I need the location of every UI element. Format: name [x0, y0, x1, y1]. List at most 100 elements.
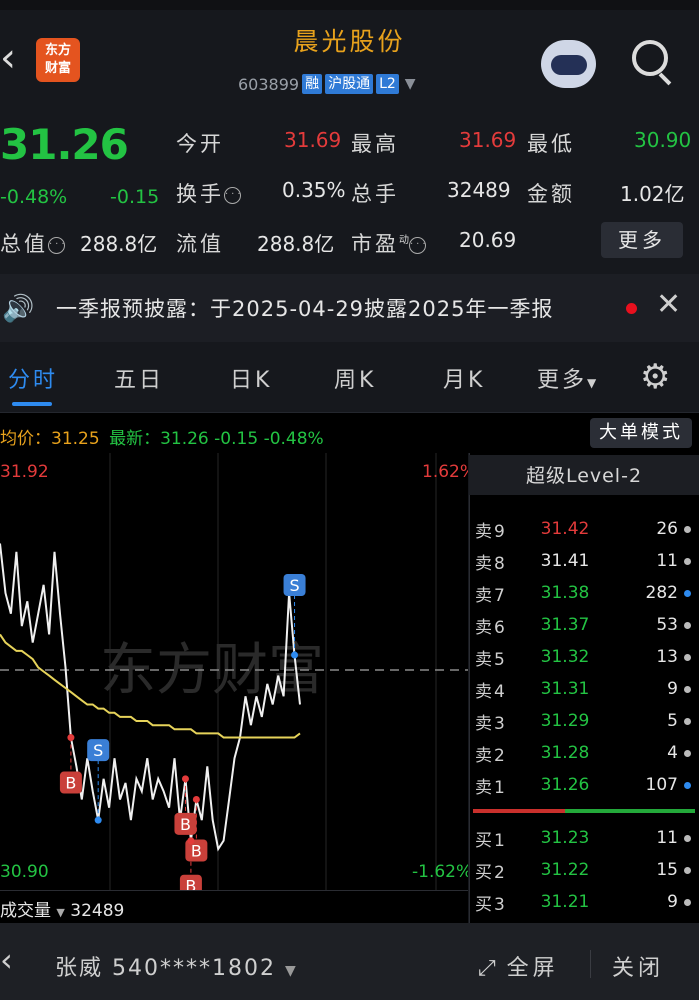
more-info-icon[interactable]: ··· [48, 236, 65, 254]
open-label: 今开 [176, 132, 224, 156]
amount-value: 1.02亿 [620, 182, 685, 206]
order-dot [684, 898, 691, 906]
buy-price: 31.22 [540, 860, 590, 880]
order-dot [684, 717, 691, 725]
status-bar [0, 0, 699, 10]
tab-five-day[interactable]: 五日 [114, 362, 164, 394]
sell-row[interactable]: 卖6 31.37 53 [475, 609, 695, 641]
sell-row[interactable]: 卖7 31.38 282 [475, 577, 695, 609]
sell-row[interactable]: 卖3 31.29 5 [475, 705, 695, 737]
sell-row[interactable]: 卖4 31.31 9 [475, 673, 695, 705]
sell-volume: 5 [667, 711, 678, 731]
sell-volume: 282 [645, 583, 678, 603]
sell-price: 31.28 [540, 743, 590, 763]
float-mv-value: 288.8亿 [257, 232, 335, 256]
order-dot [684, 834, 691, 842]
sell-price: 31.29 [540, 711, 590, 731]
marker-label: S [93, 741, 103, 760]
sell-volume: 13 [656, 647, 678, 667]
chevron-down-icon: ▼ [587, 376, 597, 390]
turnover-value: 0.35% [282, 178, 346, 202]
notice-text[interactable]: 一季报预披露：于2025-04-29披露2025年一季报 [56, 293, 553, 323]
tab-weekly-k[interactable]: 周K [334, 362, 376, 394]
more-info-icon[interactable]: ··· [409, 236, 426, 254]
sell-row[interactable]: 卖1 31.26 107 [475, 769, 695, 801]
change-percent: -0.48% [0, 186, 68, 208]
y-top-label: 31.92 [0, 462, 49, 482]
intraday-chart-svg: 东方财富 BSBBBS 31.92 1.62% 30.90 -1.62% [0, 453, 476, 897]
buy-row[interactable]: 买2 31.22 15 [475, 854, 695, 886]
sell-volume: 11 [656, 551, 678, 571]
price-info-text: 均价：31.25 最新：31.26 -0.15 -0.48% [0, 429, 324, 449]
sell-level-label: 卖4 [475, 681, 507, 702]
y-bottom-label: 30.90 [0, 862, 49, 882]
total-mv-label-text: 总值 [0, 232, 48, 256]
buy-level-label: 买3 [475, 894, 507, 915]
total-mv-value: 288.8亿 [80, 232, 158, 256]
sell-price: 31.41 [540, 551, 590, 571]
pct-top-label: 1.62% [422, 462, 468, 482]
back-arrow-icon[interactable]: ‹ [0, 944, 13, 976]
more-info-icon[interactable]: ··· [224, 186, 241, 204]
sell-volume: 26 [656, 519, 678, 539]
close-icon[interactable]: ✕ [656, 290, 681, 320]
marker-label: B [180, 815, 191, 834]
more-quote-button[interactable]: 更多 [601, 222, 683, 258]
tab-daily-k[interactable]: 日K [230, 362, 272, 394]
buy-price: 31.21 [540, 892, 590, 912]
volume-indicator-label: 成交量 [0, 901, 51, 921]
sell-row[interactable]: 卖8 31.41 11 [475, 545, 695, 577]
marker-point [181, 775, 189, 783]
account-selector[interactable]: 张威 540****1802 ▼ [55, 950, 298, 982]
volume-indicator[interactable]: 成交量 ▼ 32489 [0, 896, 124, 921]
gear-icon[interactable]: ⚙ [640, 360, 670, 394]
buy-row[interactable]: 买3 31.21 9 [475, 886, 695, 918]
close-button[interactable]: 关闭 [612, 950, 664, 982]
sell-price: 31.38 [540, 583, 590, 603]
active-tab-underline [12, 402, 52, 406]
tab-monthly-k[interactable]: 月K [443, 362, 485, 394]
buy-level-label: 买2 [475, 862, 507, 883]
sell-level-label: 卖2 [475, 745, 507, 766]
buy-row[interactable]: 买1 31.23 11 [475, 822, 695, 854]
marker-label: B [185, 877, 196, 890]
sell-level-label: 卖7 [475, 585, 507, 606]
sell-level-label: 卖6 [475, 617, 507, 638]
sell-pressure-bar [473, 809, 565, 813]
sell-row[interactable]: 卖9 31.42 26 [475, 513, 695, 545]
marker-label: B [191, 841, 202, 860]
buy-volume: 9 [667, 892, 678, 912]
volume-indicator-value: 32489 [70, 901, 125, 921]
order-book-title[interactable]: 超级Level-2 [469, 455, 699, 495]
order-dot [684, 866, 691, 874]
intraday-chart[interactable]: 东方财富 BSBBBS 31.92 1.62% 30.90 -1.62% [0, 453, 476, 897]
latest-change: -0.15 [214, 429, 259, 449]
search-icon[interactable] [632, 40, 668, 76]
sell-row[interactable]: 卖2 31.28 4 [475, 737, 695, 769]
marker-point [187, 837, 195, 845]
sell-row[interactable]: 卖5 31.32 13 [475, 641, 695, 673]
margin-tag: 融 [302, 74, 323, 94]
latest-percent: -0.48% [263, 429, 324, 449]
order-dot [684, 621, 691, 629]
chevron-down-icon: ▼ [56, 906, 65, 919]
sell-price: 31.42 [540, 519, 590, 539]
fullscreen-button[interactable]: ⤢ 全屏 [478, 950, 559, 982]
marker-label: S [289, 576, 299, 595]
pe-label-text: 市盈 [351, 232, 399, 256]
fullscreen-icon: ⤢ [478, 956, 496, 981]
buy-volume: 15 [656, 860, 678, 880]
sell-level-label: 卖1 [475, 777, 507, 798]
stock-code: 603899 [238, 74, 300, 94]
tab-more[interactable]: 更多▼ [537, 362, 596, 394]
marker-point [291, 651, 299, 659]
stock-code-row[interactable]: 603899 融 沪股通 L2 ▼ [238, 74, 416, 94]
buy-price: 31.23 [540, 828, 590, 848]
account-name: 张威 540****1802 [55, 956, 276, 981]
dropdown-icon: ▼ [404, 76, 416, 92]
latest-value: 31.26 [160, 429, 209, 449]
big-order-mode-button[interactable]: 大单模式 [590, 418, 692, 448]
sell-volume: 4 [667, 743, 678, 763]
chevron-down-icon: ▼ [284, 963, 298, 979]
tab-intraday[interactable]: 分时 [8, 362, 58, 394]
